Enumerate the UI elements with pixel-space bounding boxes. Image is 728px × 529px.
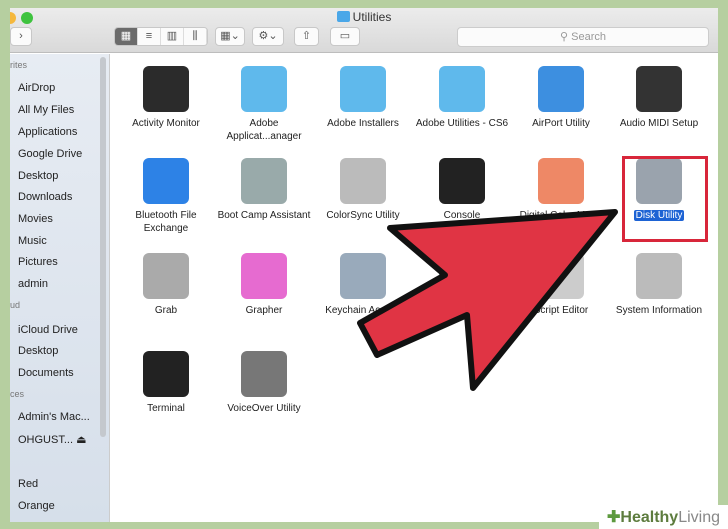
watermark-logo: ✚HealthyLiving bbox=[598, 505, 728, 529]
pointer-arrow bbox=[357, 209, 618, 391]
logo-brand: Healthy bbox=[620, 509, 679, 526]
logo-suffix: Living bbox=[678, 509, 720, 526]
arrow-shape bbox=[357, 209, 618, 391]
